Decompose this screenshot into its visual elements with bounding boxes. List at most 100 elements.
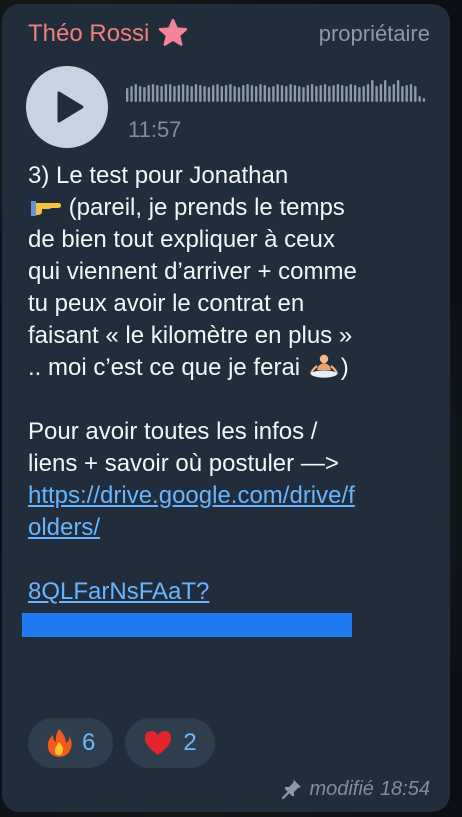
waveform-bar xyxy=(332,85,335,102)
message-footer: modifié 18:54 xyxy=(281,776,430,802)
waveform-bar xyxy=(224,85,228,102)
waveform-bar xyxy=(401,86,404,102)
text-part-4: Pour avoir toutes les infos / liens + sa… xyxy=(28,418,346,477)
waveform-bar xyxy=(328,86,331,102)
role-badge: propriétaire xyxy=(318,21,430,46)
waveform-bar xyxy=(319,85,322,102)
waveform-bar xyxy=(276,84,279,102)
waveform-bar xyxy=(134,84,137,102)
star-icon xyxy=(158,18,188,46)
waveform-bar xyxy=(186,85,189,102)
voice-message[interactable]: 11:57 xyxy=(26,66,432,150)
waveform-bar xyxy=(388,86,391,102)
waveform-bar xyxy=(143,87,146,102)
waveform-bar xyxy=(160,86,163,102)
waveform-bar xyxy=(353,85,357,102)
fire-icon xyxy=(47,729,72,757)
waveform-bar xyxy=(212,85,215,102)
pin-icon xyxy=(282,780,302,800)
waveform-bar xyxy=(405,85,408,102)
waveform-bar xyxy=(371,80,374,102)
waveform-bar xyxy=(302,87,305,102)
edited-label: modifié xyxy=(309,778,374,800)
waveform-bar xyxy=(280,85,284,102)
reactions-bar: 6 2 xyxy=(28,718,215,768)
waveform-bar xyxy=(126,88,129,102)
waveform-bar xyxy=(293,85,297,102)
waveform-bar xyxy=(164,84,168,102)
waveform-bar xyxy=(289,84,292,102)
heart-icon xyxy=(145,731,172,755)
waveform-bar xyxy=(246,84,249,102)
waveform-bar xyxy=(384,80,387,102)
voice-waveform[interactable] xyxy=(126,78,426,108)
waveform-bar xyxy=(203,86,206,102)
message-time: 18:54 xyxy=(379,778,430,800)
sender-name-label: Théo Rossi xyxy=(28,20,150,47)
waveform-bar xyxy=(414,86,417,102)
waveform-bar xyxy=(341,85,344,102)
waveform-bar xyxy=(392,84,395,102)
waveform-bar xyxy=(156,85,159,102)
waveform-bar xyxy=(375,86,378,102)
waveform-bar xyxy=(199,85,202,102)
waveform-bar xyxy=(366,84,370,102)
waveform-bar xyxy=(267,87,271,102)
waveform-bar xyxy=(233,86,236,102)
waveform-bar xyxy=(259,84,262,102)
waveform-bar xyxy=(147,85,150,102)
text-part-1: 3) Le test pour Jonathan xyxy=(28,162,289,189)
waveform-bar xyxy=(358,87,361,102)
play-button[interactable] xyxy=(26,66,108,148)
waveform-bar xyxy=(138,86,142,102)
message-text: 3) Le test pour Jonathan (pareil, je pre… xyxy=(28,160,368,640)
waveform-bar xyxy=(220,86,223,102)
waveform-bar xyxy=(310,84,314,102)
waveform-bar xyxy=(409,84,413,102)
waveform-bar xyxy=(298,86,301,102)
waveform-bar xyxy=(169,84,172,102)
waveform-bar xyxy=(285,86,288,102)
play-icon xyxy=(57,91,84,123)
waveform-bar xyxy=(250,85,254,102)
waveform-bar xyxy=(418,96,421,102)
waveform-bar xyxy=(272,86,275,102)
waveform-bar xyxy=(345,86,348,102)
link-redacted-line xyxy=(28,546,35,573)
meditating-person-emoji xyxy=(309,354,338,378)
sender-name[interactable]: Théo Rossi xyxy=(28,18,188,50)
waveform-bar xyxy=(379,84,383,102)
waveform-bar xyxy=(177,85,180,102)
reaction-heart-count: 2 xyxy=(183,729,197,756)
drive-link-part-1[interactable]: https://drive.google.com/drive/folders/ xyxy=(28,482,355,541)
waveform-bar xyxy=(130,86,133,102)
voice-duration: 11:57 xyxy=(128,117,182,142)
waveform-bar xyxy=(315,86,318,102)
waveform-bar xyxy=(207,87,211,102)
pointing-hand-emoji xyxy=(31,201,61,216)
waveform-bar xyxy=(216,84,219,102)
waveform-bar xyxy=(336,84,340,102)
waveform-bar xyxy=(242,85,245,102)
waveform-bar xyxy=(194,84,198,102)
reaction-heart[interactable]: 2 xyxy=(125,718,215,768)
waveform-bar xyxy=(151,84,155,102)
waveform-bar xyxy=(237,87,241,102)
waveform-bar xyxy=(181,84,185,102)
waveform-bar xyxy=(422,98,426,102)
text-part-3: ) xyxy=(340,354,349,381)
waveform-bar xyxy=(255,86,258,102)
message-header: Théo Rossi propriétaire xyxy=(28,18,430,52)
waveform-bar xyxy=(306,85,309,102)
waveform-bar xyxy=(173,86,176,102)
reaction-fire[interactable]: 6 xyxy=(28,718,114,768)
waveform-bar xyxy=(349,84,352,102)
waveform-bar xyxy=(229,84,232,102)
message-bubble[interactable]: Théo Rossi propriétaire 11:57 3) Le test… xyxy=(2,4,450,812)
reaction-fire-count: 6 xyxy=(82,729,96,756)
waveform-bar xyxy=(263,85,266,102)
redaction-bar xyxy=(22,613,352,637)
waveform-bar xyxy=(362,86,365,102)
waveform-bar xyxy=(323,84,327,102)
waveform-bar xyxy=(396,80,400,102)
